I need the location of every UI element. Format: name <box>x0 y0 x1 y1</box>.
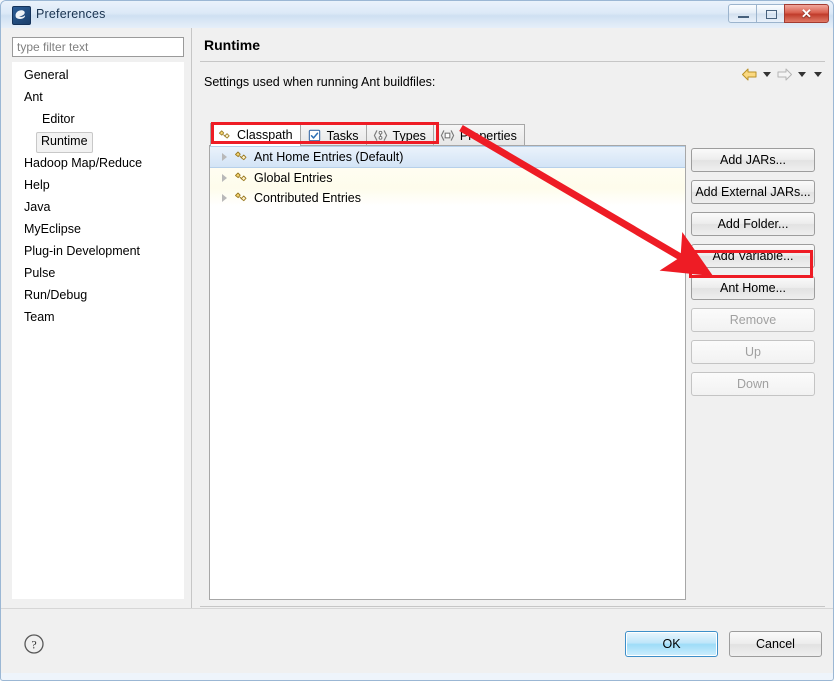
tree-row-label: Contributed Entries <box>254 191 362 205</box>
forward-arrow-icon <box>776 67 793 82</box>
remove-button: Remove <box>691 308 815 332</box>
expand-triangle-icon[interactable] <box>222 174 227 182</box>
sidebar-item-plug-in-development[interactable]: Plug-in Development <box>20 242 144 261</box>
minimize-button[interactable] <box>728 4 757 23</box>
maximize-icon <box>766 10 777 19</box>
add-variable-button[interactable]: Add Variable... <box>691 244 815 268</box>
tree-row-label: Ant Home Entries (Default) <box>254 150 404 164</box>
expand-triangle-icon[interactable] <box>222 194 227 202</box>
classpath-actions: Add JARs... Add External JARs... Add Fol… <box>691 148 815 404</box>
tab-classpath[interactable]: Classpath <box>210 123 301 146</box>
tab-types[interactable]: Types <box>365 124 434 146</box>
up-button: Up <box>691 340 815 364</box>
tasks-icon <box>307 128 322 143</box>
tab-label: Tasks <box>326 128 359 143</box>
sidebar-item-java[interactable]: Java <box>20 198 54 217</box>
sidebar-item-help[interactable]: Help <box>20 176 54 195</box>
sidebar-item-label: General <box>24 68 69 82</box>
sidebar-item-label: Pulse <box>24 266 56 280</box>
sidebar-item-label: Team <box>24 310 55 324</box>
window-controls: ✕ <box>728 4 829 23</box>
sidebar-item-runtime[interactable]: Runtime <box>36 132 93 153</box>
cancel-button[interactable]: Cancel <box>729 631 822 657</box>
tab-tasks[interactable]: Tasks <box>299 124 367 146</box>
window-title: Preferences <box>36 7 106 21</box>
back-menu-chevron-down-icon[interactable] <box>763 72 771 77</box>
add-external-jars-button[interactable]: Add External JARs... <box>691 180 815 204</box>
sidebar-item-myeclipse[interactable]: MyEclipse <box>20 220 85 239</box>
sidebar-item-label: Editor <box>42 112 75 126</box>
close-icon: ✕ <box>801 6 812 21</box>
table-row[interactable]: Ant Home Entries (Default) <box>210 146 685 168</box>
filter-input[interactable] <box>12 37 184 57</box>
classpath-icon <box>217 128 232 143</box>
classpath-tree[interactable]: Ant Home Entries (Default) Global Entrie… <box>209 145 686 600</box>
tab-label: Classpath <box>237 128 293 142</box>
classpath-entry-icon <box>233 149 254 165</box>
sidebar-item-run-debug[interactable]: Run/Debug <box>20 286 91 305</box>
ok-button[interactable]: OK <box>625 631 718 657</box>
table-row[interactable]: Global Entries <box>210 168 685 188</box>
table-row[interactable]: Contributed Entries <box>210 188 685 208</box>
sidebar-item-label: Help <box>24 178 50 192</box>
expand-triangle-icon[interactable] <box>222 153 227 161</box>
sidebar-item-label: Ant <box>24 90 43 104</box>
minimize-icon <box>738 16 749 18</box>
sidebar-item-hadoop-map-reduce[interactable]: Hadoop Map/Reduce <box>20 154 146 173</box>
help-icon[interactable]: ? <box>23 633 45 655</box>
sidebar-item-team[interactable]: Team <box>20 308 59 327</box>
types-icon <box>373 128 388 143</box>
page-navigation <box>741 67 825 82</box>
tab-label: Types <box>392 128 426 143</box>
eclipse-icon <box>12 6 31 25</box>
down-button: Down <box>691 372 815 396</box>
page-description: Settings used when running Ant buildfile… <box>204 75 436 89</box>
sidebar-item-ant[interactable]: Ant <box>20 88 47 107</box>
back-arrow-icon[interactable] <box>741 67 758 82</box>
sidebar-item-label: Java <box>24 200 51 214</box>
tab-bar: Classpath Tasks Types Properties <box>210 123 525 146</box>
pane-divider <box>191 28 192 608</box>
sidebar-item-label: MyEclipse <box>24 222 81 236</box>
title-bar[interactable]: Preferences ✕ <box>1 1 833 28</box>
properties-icon <box>440 128 455 143</box>
sidebar-item-label: Plug-in Development <box>24 244 141 258</box>
sidebar-item-general[interactable]: General <box>20 66 72 85</box>
ant-home-button[interactable]: Ant Home... <box>691 276 815 300</box>
sidebar-item-pulse[interactable]: Pulse <box>20 264 59 283</box>
svg-text:?: ? <box>31 638 36 652</box>
close-button[interactable]: ✕ <box>784 4 829 23</box>
add-jars-button[interactable]: Add JARs... <box>691 148 815 172</box>
sidebar-item-editor[interactable]: Editor <box>38 110 79 129</box>
dialog-footer: ? OK Cancel <box>1 608 833 673</box>
sidebar-item-label: Run/Debug <box>24 288 88 302</box>
tree-row-label: Global Entries <box>254 171 333 185</box>
title-divider <box>200 61 825 62</box>
tab-label: Properties <box>459 128 517 143</box>
forward-menu-chevron-down-icon[interactable] <box>798 72 806 77</box>
preferences-tree[interactable]: General Ant Editor Runtime Hadoop Map/Re… <box>12 62 184 599</box>
tab-properties[interactable]: Properties <box>432 124 525 146</box>
maximize-button[interactable] <box>756 4 785 23</box>
add-folder-button[interactable]: Add Folder... <box>691 212 815 236</box>
classpath-entry-icon <box>233 190 254 206</box>
view-menu-chevron-down-icon[interactable] <box>814 72 822 77</box>
sidebar-item-label: Hadoop Map/Reduce <box>24 156 143 170</box>
page-title: Runtime <box>204 37 260 53</box>
preferences-dialog: Preferences ✕ General Ant Editor <box>0 0 834 681</box>
classpath-entry-icon <box>233 170 254 186</box>
sidebar-item-label: Runtime <box>41 134 88 148</box>
page-footer-divider <box>200 606 825 607</box>
dialog-body: General Ant Editor Runtime Hadoop Map/Re… <box>1 28 833 635</box>
